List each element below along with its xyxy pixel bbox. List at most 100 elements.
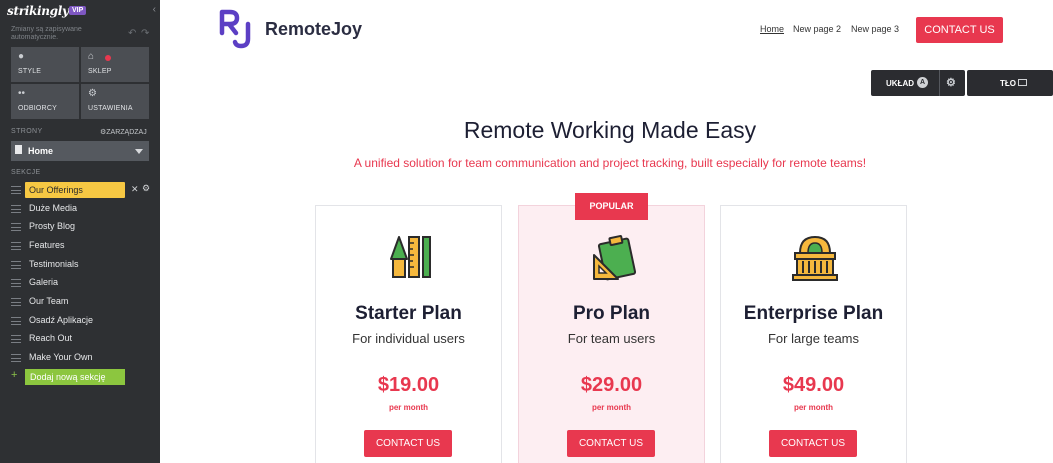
header-contact-button[interactable]: CONTACT US [916, 17, 1003, 43]
plan-audience: For team users [567, 331, 656, 346]
gear-icon[interactable]: ⚙ [946, 76, 956, 89]
gear-icon: ⚙ [88, 88, 97, 99]
background-label: TŁO [1000, 79, 1016, 88]
settings-button[interactable]: ⚙ USTAWIENIA [81, 84, 149, 119]
brand-logo [219, 9, 251, 49]
section-label: Duże Media [29, 203, 78, 213]
section-item[interactable]: Duże Media [11, 201, 151, 217]
plan-period: per month [591, 403, 632, 412]
settings-label: USTAWIENIA [88, 105, 133, 112]
page-select[interactable]: Home [11, 141, 149, 161]
plan-audience: For individual users [352, 331, 465, 346]
add-section-button[interactable]: Dodaj nową sekcję [25, 369, 125, 385]
plan-period: per month [388, 403, 429, 412]
background-button[interactable]: TŁO [967, 70, 1053, 96]
drag-handle-icon[interactable] [11, 317, 21, 325]
clipboard-icon [593, 235, 636, 281]
drag-handle-icon[interactable] [11, 261, 21, 269]
building-icon [792, 235, 838, 281]
contact-us-button[interactable]: CONTACT US [364, 430, 452, 457]
audience-button[interactable]: •• ODBIORCY [11, 84, 79, 119]
pricing-card-starter: Starter Plan For individual users $19.00… [315, 205, 502, 463]
image-icon [1018, 79, 1027, 86]
people-icon: •• [18, 88, 26, 99]
drag-handle-icon[interactable] [11, 223, 21, 231]
pricing-card-enterprise: Enterprise Plan For large teams $49.00 p… [720, 205, 907, 463]
plan-price: $29.00 [580, 374, 643, 396]
manage-label: ZARZĄDZAJ [106, 129, 147, 136]
divider [939, 70, 940, 96]
section-label: Galeria [29, 277, 59, 287]
audience-label: ODBIORCY [18, 105, 57, 112]
drag-handle-icon[interactable] [11, 205, 21, 213]
section-item[interactable]: Prosty Blog [11, 219, 151, 235]
sections-heading: SEKCJE [11, 169, 41, 176]
collapse-sidebar-icon[interactable]: ‹ [153, 4, 156, 15]
section-item[interactable]: Reach Out [11, 331, 151, 347]
plus-icon[interactable]: + [11, 369, 17, 381]
drag-handle-icon[interactable] [11, 242, 21, 250]
section-item[interactable]: Galeria [11, 275, 151, 291]
layout-label: UKŁAD [886, 79, 914, 88]
delete-section-icon[interactable]: ✕ [131, 184, 139, 195]
section-label: Osadź Aplikacje [29, 315, 94, 325]
pen-ruler-icon [390, 236, 431, 278]
drag-handle-icon[interactable] [11, 279, 21, 287]
add-section-row: + Dodaj nową sekcję [11, 369, 151, 386]
chevron-down-icon [135, 149, 143, 154]
section-item[interactable]: Testimonials [11, 257, 151, 273]
drag-handle-icon[interactable] [11, 186, 21, 194]
section-label: Reach Out [29, 333, 73, 343]
hero-title: Remote Working Made Easy [463, 117, 757, 143]
popular-badge: POPULAR [575, 193, 648, 220]
drag-handle-icon[interactable] [11, 354, 21, 362]
nav-home[interactable]: Home [760, 24, 784, 34]
plan-name: Starter Plan [355, 303, 462, 324]
style-button[interactable]: ● STYLE [11, 47, 79, 82]
layout-badge: A [917, 77, 928, 88]
page-icon [15, 145, 22, 154]
section-label: Prosty Blog [29, 221, 76, 231]
palette-icon: ● [18, 51, 25, 62]
hero-subtitle: A unified solution for team communicatio… [353, 156, 867, 170]
nav-page-2[interactable]: New page 2 [793, 24, 841, 34]
plan-name: Enterprise Plan [743, 303, 884, 324]
editor-tiles: ● STYLE ⌂ SKLEP •• ODBIORCY ⚙ USTAWIENIA [11, 47, 149, 119]
section-label: Our Team [29, 296, 69, 306]
undo-icon[interactable]: ↶ [128, 28, 136, 39]
section-settings-icon[interactable]: ⚙ [142, 183, 150, 194]
vip-badge: VIP [69, 6, 87, 15]
sidebar-header: strikingly VIP ‹ [7, 3, 157, 23]
plan-audience: For large teams [767, 331, 860, 346]
manage-pages-link[interactable]: ⚙ZARZĄDZAJ [100, 128, 147, 136]
section-label: Make Your Own [29, 352, 93, 362]
notification-dot [105, 55, 111, 61]
basket-icon: ⌂ [88, 51, 95, 62]
plan-price: $49.00 [782, 374, 845, 396]
pages-heading: STRONY [11, 128, 43, 135]
shop-button[interactable]: ⌂ SKLEP [81, 47, 149, 82]
page-select-value: Home [28, 146, 54, 156]
redo-icon[interactable]: ↷ [141, 28, 149, 39]
layout-button[interactable]: UKŁAD A ⚙ [871, 70, 965, 96]
section-item[interactable]: Features [11, 238, 151, 254]
brand-name[interactable]: RemoteJoy [265, 19, 362, 40]
section-item[interactable]: Make Your Own [11, 350, 151, 366]
contact-us-button[interactable]: CONTACT US [567, 430, 655, 457]
autosave-note: Zmiany są zapisywane automatycznie. [11, 26, 82, 41]
strikingly-logo: strikingly [7, 4, 69, 18]
section-item[interactable]: Our Team [11, 294, 151, 310]
drag-handle-icon[interactable] [11, 335, 21, 343]
plan-price: $19.00 [377, 374, 440, 396]
style-label: STYLE [18, 68, 42, 75]
section-item[interactable]: Osadź Aplikacje [11, 313, 151, 329]
plan-period: per month [793, 403, 834, 412]
section-label: Features [29, 240, 65, 250]
nav-page-3[interactable]: New page 3 [851, 24, 899, 34]
drag-handle-icon[interactable] [11, 298, 21, 306]
section-label: Our Offerings [25, 182, 125, 198]
editor-sidebar: strikingly VIP ‹ Zmiany są zapisywane au… [0, 0, 160, 463]
section-item[interactable]: Our Offerings ✕ ⚙ [11, 182, 151, 198]
plan-name: Pro Plan [572, 303, 651, 324]
contact-us-button[interactable]: CONTACT US [769, 430, 857, 457]
